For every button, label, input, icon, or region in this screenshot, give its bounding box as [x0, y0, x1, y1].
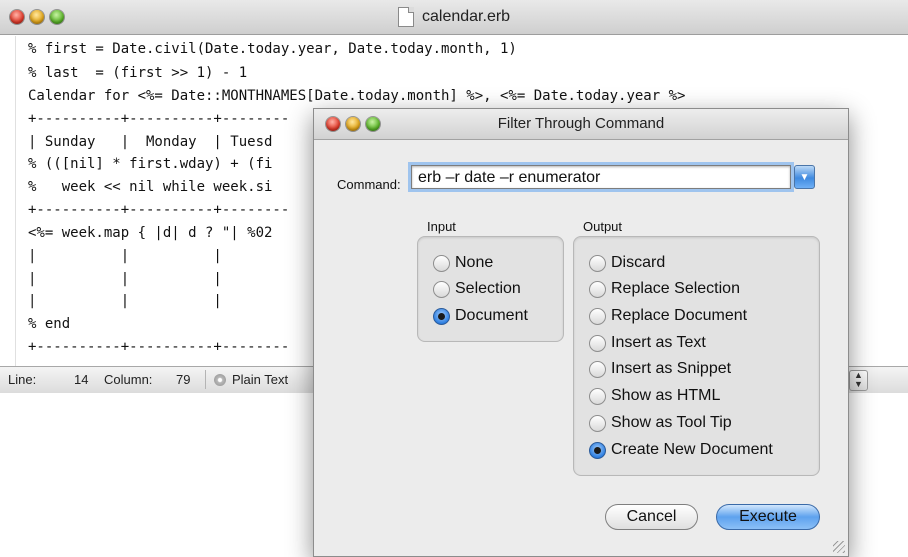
code-line[interactable]: | | |: [28, 270, 222, 288]
radio-icon: [589, 280, 606, 298]
filter-command-dialog: Filter Through Command Command: erb –r d…: [313, 108, 849, 557]
radio-label: Show as HTML: [611, 387, 721, 404]
tab-size-stepper[interactable]: ▲ ▼: [849, 370, 868, 391]
input-option-selection[interactable]: Selection: [433, 280, 521, 298]
radio-label: Selection: [455, 280, 521, 297]
resize-grip-icon[interactable]: [833, 541, 845, 553]
output-option-show-as-html[interactable]: Show as HTML: [589, 387, 720, 405]
minimize-icon[interactable]: [30, 10, 44, 24]
command-label: Command:: [337, 177, 401, 192]
dialog-title: Filter Through Command: [497, 115, 665, 132]
input-option-none[interactable]: None: [433, 254, 493, 272]
execute-button[interactable]: Execute: [716, 504, 820, 530]
code-line[interactable]: | | |: [28, 292, 222, 310]
radio-label: Show as Tool Tip: [611, 414, 732, 431]
column-label: Column:: [104, 372, 153, 387]
output-option-insert-as-text[interactable]: Insert as Text: [589, 334, 706, 352]
zoom-icon[interactable]: [50, 10, 64, 24]
status-divider: [205, 370, 206, 389]
radio-icon: [433, 280, 450, 298]
output-option-show-as-tool-tip[interactable]: Show as Tool Tip: [589, 414, 732, 432]
language-gear-icon[interactable]: [214, 374, 226, 386]
input-group-label: Input: [427, 219, 456, 234]
radio-label: Replace Selection: [611, 280, 740, 297]
output-option-insert-as-snippet[interactable]: Insert as Snippet: [589, 360, 731, 378]
radio-icon: [433, 254, 450, 272]
output-option-replace-document[interactable]: Replace Document: [589, 307, 747, 325]
code-line[interactable]: % week << nil while week.si: [28, 178, 272, 196]
output-group: [573, 236, 820, 476]
language-mode[interactable]: Plain Text: [232, 372, 288, 387]
code-line[interactable]: +----------+----------+--------: [28, 338, 289, 356]
code-line[interactable]: +----------+----------+--------: [28, 110, 289, 128]
code-line[interactable]: % first = Date.civil(Date.today.year, Da…: [28, 40, 517, 58]
output-option-discard[interactable]: Discard: [589, 254, 665, 272]
line-label: Line:: [8, 372, 37, 387]
code-line[interactable]: % last = (first >> 1) - 1: [28, 64, 247, 82]
document-icon: [398, 7, 414, 27]
radio-label: Discard: [611, 254, 666, 271]
output-group-label: Output: [583, 219, 623, 234]
cancel-button[interactable]: Cancel: [605, 504, 698, 530]
radio-icon: [589, 334, 606, 352]
output-option-replace-selection[interactable]: Replace Selection: [589, 280, 740, 298]
code-line[interactable]: <%= week.map { |d| d ? "| %02: [28, 224, 272, 242]
radio-icon: [589, 254, 606, 272]
code-line[interactable]: Calendar for <%= Date::MONTHNAMES[Date.t…: [28, 87, 685, 105]
editor-titlebar: calendar.erb: [0, 0, 908, 35]
command-history-dropdown-button[interactable]: ▼: [794, 165, 815, 189]
command-input[interactable]: erb –r date –r enumerator: [408, 162, 794, 192]
code-line[interactable]: +----------+----------+--------: [28, 201, 289, 219]
radio-icon: [589, 307, 606, 325]
radio-icon: [589, 387, 606, 405]
code-line[interactable]: % (([nil] * first.wday) + (fi: [28, 155, 272, 173]
radio-label: Document: [455, 307, 528, 324]
window-title: calendar.erb: [398, 6, 510, 28]
code-line[interactable]: % end: [28, 315, 70, 333]
input-option-document[interactable]: Document: [433, 307, 528, 325]
radio-label: None: [455, 254, 494, 271]
radio-label: Create New Document: [611, 441, 773, 458]
radio-label: Insert as Text: [611, 334, 706, 351]
code-line[interactable]: | Sunday | Monday | Tuesd: [28, 133, 272, 151]
radio-icon: [589, 414, 606, 432]
output-option-create-new-document[interactable]: Create New Document: [589, 441, 773, 459]
radio-selected-icon: [589, 441, 606, 459]
window-title-text: calendar.erb: [422, 8, 511, 25]
radio-label: Replace Document: [611, 307, 748, 324]
close-icon[interactable]: [10, 10, 24, 24]
column-value: 79: [176, 372, 191, 387]
line-value: 14: [74, 372, 89, 387]
radio-label: Insert as Snippet: [611, 360, 732, 377]
radio-selected-icon: [433, 307, 450, 325]
code-line[interactable]: | | |: [28, 247, 222, 265]
dialog-titlebar: Filter Through Command: [314, 109, 848, 140]
radio-icon: [589, 360, 606, 378]
